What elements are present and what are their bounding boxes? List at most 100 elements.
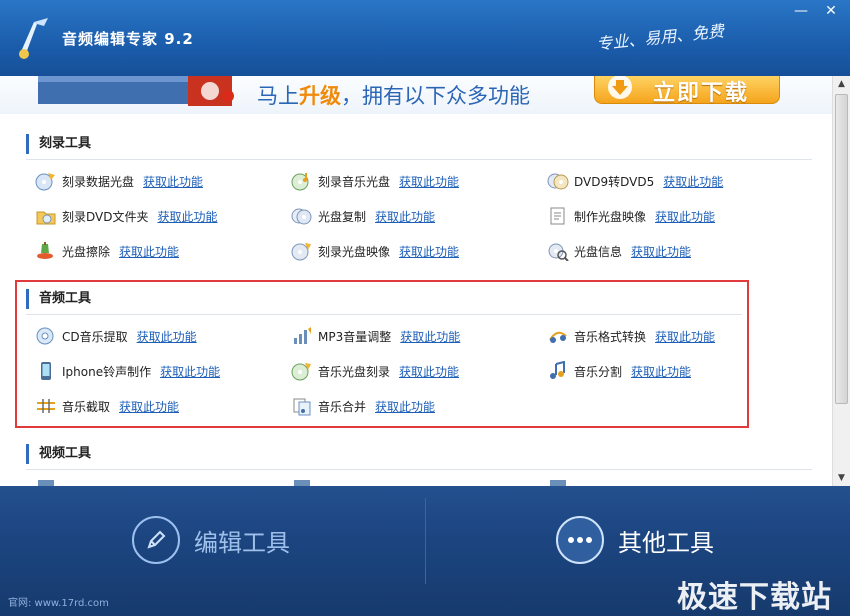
music-merge-icon [293, 398, 311, 416]
triangle-down-icon: ▼ [838, 473, 845, 483]
banner-text: 马上升级，拥有以下众多功能 [257, 80, 530, 110]
upgrade-banner[interactable]: 马上升级，拥有以下众多功能 立即下载 [0, 76, 832, 114]
feature-item: 光盘信息 获取此功能 [547, 241, 691, 261]
feature-list-panel: 马上升级，拥有以下众多功能 立即下载 刻录工具 刻录数据光盘 获取此功能 刻录音… [0, 76, 832, 486]
feature-label: CD音乐提取 [62, 329, 128, 344]
banner-text-prefix: 马上 [257, 84, 299, 108]
feature-item: DVD9转DVD5 获取此功能 [547, 171, 723, 191]
download-arrow-icon [608, 76, 632, 99]
feature-label: 光盘复制 [318, 209, 367, 224]
get-feature-link[interactable]: 获取此功能 [157, 208, 217, 225]
download-label: 立即下载 [653, 81, 750, 106]
get-feature-link[interactable]: 获取此功能 [655, 328, 715, 345]
bottom-divider [425, 498, 426, 584]
feature-item: 刻录DVD文件夹 获取此功能 [35, 206, 218, 226]
get-feature-link[interactable]: 获取此功能 [399, 243, 459, 260]
feature-item: 刻录音乐光盘 获取此功能 [291, 171, 459, 191]
vertical-scrollbar[interactable]: ▲ ▼ [832, 76, 850, 486]
scroll-up-button[interactable]: ▲ [833, 76, 850, 92]
section-title-audio: 音频工具 [26, 289, 91, 309]
section-divider [26, 314, 742, 315]
feature-label: MP3音量调整 [318, 329, 392, 344]
feature-item: 音乐截取 获取此功能 [35, 396, 179, 416]
feature-label: 刻录数据光盘 [62, 174, 135, 189]
scroll-thumb[interactable] [835, 94, 848, 404]
feature-label: Iphone铃声制作 [62, 364, 152, 379]
feature-item: 光盘复制 获取此功能 [291, 206, 435, 226]
footer-url: 官网: www.17rd.com [8, 598, 109, 609]
feature-item: 音乐合并 获取此功能 [291, 396, 435, 416]
dvd-convert-icon [547, 173, 569, 190]
get-feature-link[interactable]: 获取此功能 [663, 173, 723, 190]
product-box-icon [38, 76, 234, 106]
feature-item: 音乐分割 获取此功能 [547, 361, 691, 381]
other-tools-button[interactable]: 其他工具 [556, 510, 714, 570]
feature-item: 光盘擦除 获取此功能 [35, 241, 179, 261]
get-feature-link[interactable]: 获取此功能 [137, 328, 197, 345]
dvd-folder-icon [36, 211, 56, 225]
disc-burn-icon [35, 173, 55, 191]
pencil-icon [132, 516, 180, 564]
app-title: 音频编辑专家 9.2 [62, 30, 194, 48]
burn-image-icon [291, 243, 311, 261]
feature-item: MP3音量调整 获取此功能 [291, 326, 460, 346]
banner-text-highlight: 升级 [299, 84, 341, 108]
other-tools-label: 其他工具 [618, 528, 714, 557]
section-title-burn: 刻录工具 [26, 134, 91, 154]
watermark: 极速下载站 [677, 580, 832, 615]
feature-label: 音乐截取 [62, 399, 111, 414]
feature-label: 音乐合并 [318, 399, 367, 414]
get-feature-link[interactable]: 获取此功能 [119, 398, 179, 415]
feature-label: 刻录光盘映像 [318, 244, 391, 259]
feature-item: 制作光盘映像 获取此功能 [547, 206, 715, 226]
get-feature-link[interactable]: 获取此功能 [399, 363, 459, 380]
get-feature-link[interactable]: 获取此功能 [400, 328, 460, 345]
feature-item: 刻录数据光盘 获取此功能 [35, 171, 203, 191]
section-title-video: 视频工具 [26, 444, 91, 464]
feature-label: 制作光盘映像 [574, 209, 647, 224]
app-logo-icon [19, 18, 48, 59]
get-feature-link[interactable]: 获取此功能 [631, 363, 691, 380]
format-convert-icon [549, 331, 567, 343]
cd-extract-icon [36, 327, 54, 345]
disc-copy-icon [291, 208, 312, 225]
get-feature-link[interactable]: 获取此功能 [160, 363, 220, 380]
section-divider [26, 159, 812, 160]
close-icon: ✕ [825, 3, 837, 19]
more-dots-icon [556, 516, 604, 564]
get-feature-link[interactable]: 获取此功能 [655, 208, 715, 225]
minimize-button[interactable]: — [788, 2, 814, 20]
get-feature-link[interactable]: 获取此功能 [143, 173, 203, 190]
ringtone-icon [41, 362, 51, 380]
feature-label: 光盘擦除 [62, 244, 111, 259]
feature-item: Iphone铃声制作 获取此功能 [35, 361, 220, 381]
edit-tools-button[interactable]: 编辑工具 [132, 510, 290, 570]
download-now-button[interactable]: 立即下载 [594, 76, 780, 106]
feature-label: 刻录音乐光盘 [318, 174, 391, 189]
title-bar: 音频编辑专家 9.2 专业、易用、免费 — ✕ [0, 0, 850, 76]
feature-label: 音乐分割 [574, 364, 623, 379]
get-feature-link[interactable]: 获取此功能 [631, 243, 691, 260]
feature-item: 音乐光盘刻录 获取此功能 [291, 361, 459, 381]
close-button[interactable]: ✕ [818, 2, 844, 20]
music-cut-icon [37, 399, 55, 413]
disc-image-icon [550, 207, 565, 225]
disc-erase-icon [37, 242, 53, 259]
get-feature-link[interactable]: 获取此功能 [119, 243, 179, 260]
section-divider [26, 469, 812, 470]
feature-item: 音乐格式转换 获取此功能 [547, 326, 715, 346]
get-feature-link[interactable]: 获取此功能 [375, 208, 435, 225]
feature-label: 光盘信息 [574, 244, 623, 259]
slogan: 专业、易用、免费 [595, 21, 725, 54]
scroll-down-button[interactable]: ▼ [833, 470, 850, 486]
get-feature-link[interactable]: 获取此功能 [399, 173, 459, 190]
disc-info-icon [548, 243, 569, 261]
feature-label: DVD9转DVD5 [574, 174, 655, 189]
music-burn-icon [291, 363, 311, 381]
banner-text-suffix: ，拥有以下众多功能 [341, 84, 530, 108]
music-disc-icon [291, 173, 309, 191]
feature-item: CD音乐提取 获取此功能 [35, 326, 197, 346]
triangle-up-icon: ▲ [838, 79, 845, 89]
bottom-panel: 编辑工具 其他工具 官网: www.17rd.com 极速下载站 [0, 486, 850, 616]
get-feature-link[interactable]: 获取此功能 [375, 398, 435, 415]
